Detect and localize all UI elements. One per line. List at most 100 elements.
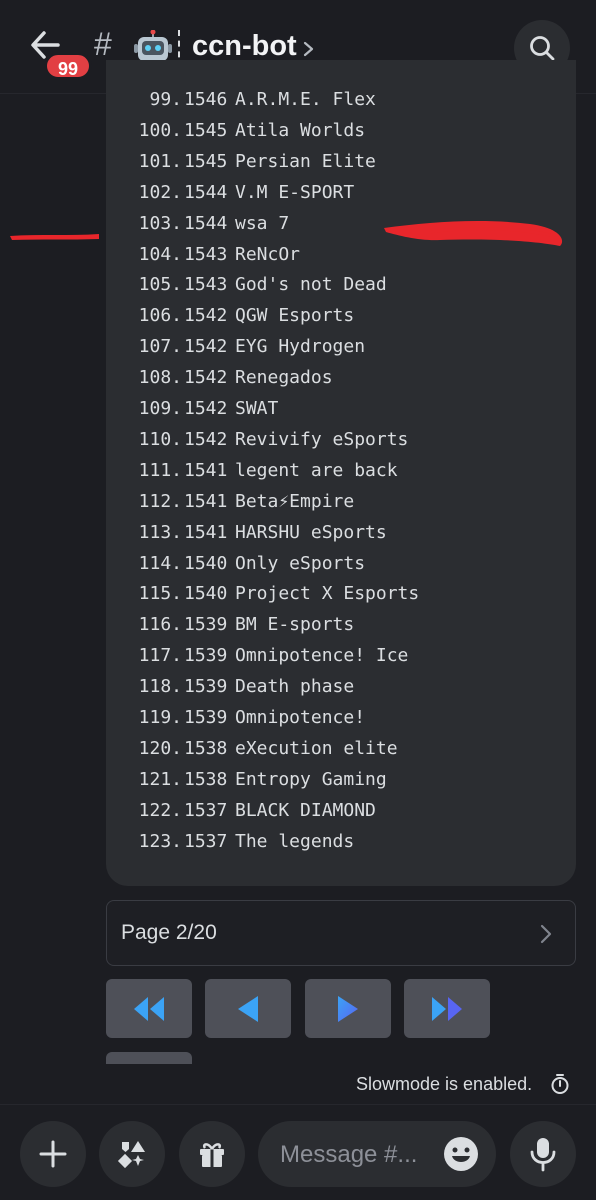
- leaderboard-score: 1537: [184, 799, 228, 821]
- search-icon: [530, 36, 555, 61]
- leaderboard-team: BM E-sports: [235, 614, 355, 636]
- leaderboard-team: Revivify eSports: [235, 428, 409, 450]
- leaderboard-rank: 119.: [138, 707, 182, 728]
- leaderboard-score: 1546: [184, 89, 228, 110]
- leaderboard-rank: 102.: [138, 181, 182, 203]
- gift-icon: [200, 1143, 224, 1167]
- leaderboard-row: 99. 1546 A.R.M.E. Flex: [106, 89, 576, 120]
- smiley-icon: [444, 1137, 478, 1171]
- leaderboard-rank: 122.: [138, 799, 182, 821]
- leaderboard-team: V.M E-SPORT: [235, 181, 355, 203]
- leaderboard-row: 113. 1541 HARSHU eSports: [106, 522, 576, 553]
- leaderboard-score: 1540: [184, 552, 228, 574]
- leaderboard-rank: 106.: [138, 305, 182, 327]
- leaderboard-row: 112. 1541 Beta⚡Empire: [106, 491, 576, 522]
- leaderboard-rank: 100.: [138, 119, 182, 141]
- leaderboard-row: 107. 1542 EYG Hydrogen: [106, 336, 576, 367]
- arrow-left-icon: [238, 996, 258, 1022]
- leaderboard-row: 111. 1541 legent are back: [106, 460, 576, 491]
- leaderboard-team: wsa 7: [235, 212, 290, 234]
- last-page-button[interactable]: [404, 979, 490, 1038]
- leaderboard-score: 1539: [184, 614, 228, 636]
- leaderboard-row: 103. 1544 wsa 7: [106, 213, 576, 244]
- composer-bar: Message #...: [0, 1104, 596, 1200]
- leaderboard-score: 1542: [184, 305, 228, 327]
- gift-button[interactable]: [179, 1121, 245, 1187]
- leaderboard-rank: 101.: [138, 150, 182, 172]
- leaderboard-rank: 111.: [138, 459, 182, 481]
- leaderboard-rank: 117.: [138, 645, 182, 667]
- page-label: Page 2/20: [121, 921, 217, 944]
- message-input[interactable]: Message #...: [258, 1121, 496, 1187]
- leaderboard-rank: 116.: [138, 614, 182, 636]
- previous-page-button[interactable]: [205, 979, 291, 1038]
- leaderboard-score: 1541: [184, 459, 228, 481]
- leaderboard-team: QGW Esports: [235, 305, 355, 327]
- page-select[interactable]: Page 2/20: [106, 900, 576, 966]
- leaderboard-rank: 108.: [138, 367, 182, 389]
- leaderboard-team: Entropy Gaming: [235, 768, 387, 790]
- leaderboard-row: 118. 1539 Death phase: [106, 676, 576, 707]
- leaderboard-row: 101. 1545 Persian Elite: [106, 151, 576, 182]
- leaderboard-row: 110. 1542 Revivify eSports: [106, 429, 576, 460]
- leaderboard-score: 1542: [184, 428, 228, 450]
- plus-icon: [39, 1140, 67, 1168]
- channel-name[interactable]: ccn-bot: [192, 30, 297, 63]
- unread-badge: 99: [44, 52, 92, 80]
- voice-message-button[interactable]: [510, 1121, 576, 1187]
- leaderboard-team: God's not Dead: [235, 274, 387, 296]
- leaderboard-score: 1541: [184, 521, 228, 543]
- leaderboard-team: The legends: [235, 830, 355, 852]
- leaderboard-row: 100. 1545 Atila Worlds: [106, 120, 576, 151]
- leaderboard-row: 117. 1539 Omnipotence! Ice: [106, 645, 576, 676]
- apps-button[interactable]: [99, 1121, 165, 1187]
- slowmode-notice: Slowmode is enabled.: [356, 1074, 533, 1094]
- leaderboard-row: 102. 1544 V.M E-SPORT: [106, 182, 576, 213]
- leaderboard-score: 1545: [184, 150, 228, 172]
- microphone-icon: [530, 1138, 556, 1172]
- first-page-button[interactable]: [106, 979, 192, 1038]
- leaderboard-score: 1543: [184, 274, 228, 296]
- leaderboard-rank: 103.: [138, 212, 182, 234]
- leaderboard-row: 116. 1539 BM E-sports: [106, 614, 576, 645]
- leaderboard-row: 108. 1542 Renegados: [106, 367, 576, 398]
- leaderboard-rank: 121.: [138, 768, 182, 790]
- leaderboard-score: 1539: [184, 645, 228, 667]
- leaderboard-score: 1538: [184, 737, 228, 759]
- leaderboard-team: HARSHU eSports: [235, 521, 387, 543]
- leaderboard-team: Beta⚡Empire: [235, 490, 355, 512]
- leaderboard-score: 1540: [184, 583, 228, 605]
- leaderboard-team: SWAT: [235, 398, 279, 419]
- leaderboard-team: Renegados: [235, 367, 333, 389]
- leaderboard-score: 1542: [184, 398, 228, 419]
- rewind-icon: [134, 997, 164, 1021]
- leaderboard-score: 1544: [184, 212, 228, 234]
- leaderboard-rank: 109.: [138, 398, 182, 419]
- leaderboard-rank: 120.: [138, 737, 182, 759]
- attach-button[interactable]: [20, 1121, 86, 1187]
- leaderboard-row: 123. 1537 The legends: [106, 831, 576, 862]
- stopwatch-icon: [550, 1073, 570, 1095]
- leaderboard-score: 1538: [184, 768, 228, 790]
- leaderboard-team: Atila Worlds: [235, 119, 366, 141]
- leaderboard-row: 109. 1542 SWAT: [106, 398, 576, 429]
- leaderboard-score: 1541: [184, 490, 228, 512]
- leaderboard-rank: 110.: [138, 428, 182, 450]
- leaderboard-score: 1543: [184, 243, 228, 265]
- arrow-right-icon: [338, 996, 358, 1022]
- leaderboard-team: A.R.M.E. Flex: [235, 89, 376, 110]
- leaderboard-row: 114. 1540 Only eSports: [106, 553, 576, 584]
- leaderboard-rank: 123.: [138, 830, 182, 852]
- leaderboard-rank: 112.: [138, 490, 182, 512]
- channel-hash-icon: #: [94, 26, 112, 62]
- leaderboard-rank: 113.: [138, 521, 182, 543]
- action-button[interactable]: [106, 1052, 192, 1064]
- leaderboard-score: 1539: [184, 707, 228, 728]
- next-page-button[interactable]: [305, 979, 391, 1038]
- chevron-right-icon[interactable]: [302, 40, 316, 58]
- leaderboard-team: EYG Hydrogen: [235, 336, 366, 358]
- leaderboard-rank: 99.: [149, 89, 182, 110]
- emoji-button[interactable]: [442, 1135, 480, 1173]
- leaderboard-rank: 105.: [138, 274, 182, 296]
- leaderboard-team: legent are back: [235, 459, 398, 481]
